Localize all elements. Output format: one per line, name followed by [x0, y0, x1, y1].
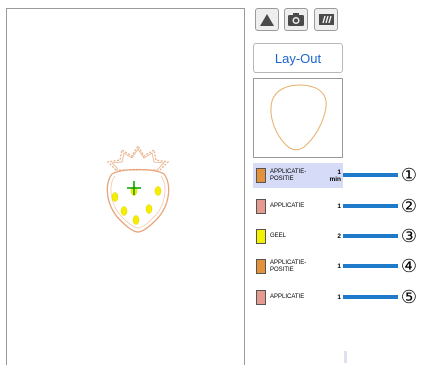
thread-stop-count: 1: [337, 168, 341, 176]
thread-count: 1: [337, 285, 341, 310]
thread-swatch: [256, 259, 266, 274]
callout-line: [343, 295, 398, 299]
callout-line: [343, 234, 398, 238]
thread-row[interactable]: APPLICATIE- POSITIE 1 min: [253, 163, 343, 188]
thread-swatch: [256, 229, 266, 244]
triangle-button[interactable]: [255, 8, 279, 31]
strawberry-design: [106, 144, 170, 233]
triangle-icon: [260, 13, 274, 26]
thread-row[interactable]: GEEL 2: [253, 224, 343, 249]
thread-swatch: [256, 290, 266, 305]
thread-name: APPLICATIE: [270, 294, 305, 300]
thread-name: APPLICATIE- POSITIE: [270, 168, 307, 182]
camera-button[interactable]: [284, 8, 308, 31]
camera-icon: [288, 13, 304, 26]
layout-button-label: Lay-Out: [274, 50, 322, 66]
layout-button[interactable]: Lay-Out: [253, 43, 343, 73]
thread-count: 1: [337, 254, 341, 279]
thread-swatch: [256, 168, 266, 183]
callout-number: ①: [400, 165, 418, 185]
thread-count: 1 min: [329, 163, 341, 188]
thread-count: 1: [337, 194, 341, 219]
appliqué-outline-preview: [270, 84, 327, 151]
thread-stop-count: 1: [337, 203, 341, 210]
callout-number: ④: [400, 256, 418, 276]
callout-number: ⑤: [400, 287, 418, 307]
embroidery-canvas[interactable]: [6, 8, 245, 365]
thread-time: min: [329, 175, 341, 183]
thread-name: APPLICATIE- POSITIE: [270, 259, 307, 273]
thread-name: APPLICATIE: [270, 203, 305, 209]
thread-name: GEEL: [270, 233, 287, 239]
callout-number: ③: [400, 226, 418, 246]
callout-number: ②: [400, 196, 418, 216]
callout-line: [343, 173, 398, 177]
thread-swatch: [256, 199, 266, 214]
fabric-icon: [318, 14, 334, 25]
callout-line: [343, 204, 398, 208]
scrollbar[interactable]: [344, 351, 347, 363]
callout-line: [343, 264, 398, 268]
fabric-button[interactable]: [314, 8, 338, 31]
thread-count: 2: [337, 224, 341, 249]
thread-stop-count: 2: [337, 233, 341, 240]
thread-stop-count: 1: [337, 294, 341, 301]
center-cursor-icon: [127, 181, 141, 195]
thread-row[interactable]: APPLICATIE 1: [253, 285, 343, 310]
thread-row[interactable]: APPLICATIE 1: [253, 194, 343, 219]
design-preview: [253, 78, 343, 158]
thread-row[interactable]: APPLICATIE- POSITIE 1: [253, 254, 343, 279]
thread-stop-count: 1: [337, 263, 341, 270]
